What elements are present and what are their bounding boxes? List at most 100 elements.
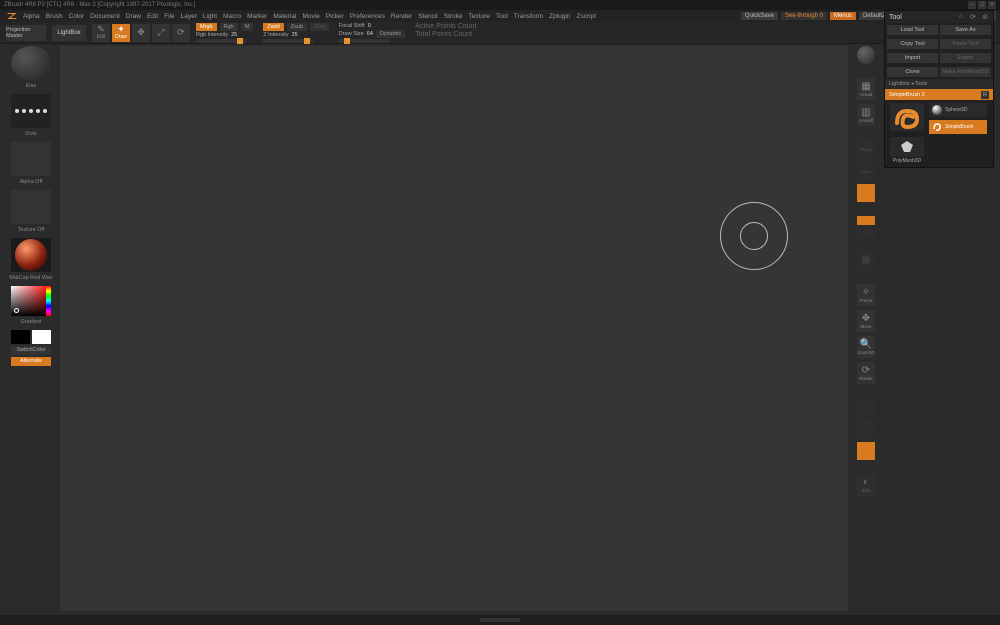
quicksave-button[interactable]: QuickSave <box>741 12 778 20</box>
canvas-viewport[interactable] <box>60 46 848 611</box>
menu-zplugin[interactable]: Zplugin <box>546 13 573 20</box>
tool-panel: Tool ⌂ ⟳ ⊘ Load Tool Save As Copy Tool P… <box>884 10 994 168</box>
material-swatch[interactable] <box>11 238 51 272</box>
seethrough-slider[interactable]: See-through 0 <box>781 12 827 20</box>
edit-mode-button[interactable]: ✎Edit <box>92 24 110 42</box>
polymesh3d-thumb[interactable]: PolyMesh3D <box>888 137 926 164</box>
switch-color-button[interactable]: SwitchColor <box>11 346 51 355</box>
window-close-icon[interactable]: × <box>988 1 996 9</box>
z-intensity-slider[interactable] <box>263 39 313 43</box>
menu-light[interactable]: Light <box>200 13 220 20</box>
lightbox-button[interactable]: LightBox <box>52 25 86 41</box>
xpose-button[interactable] <box>857 229 875 238</box>
menu-stencil[interactable]: Stencil <box>415 13 441 20</box>
floor-button[interactable]: Floor <box>857 162 875 180</box>
menu-material[interactable]: Material <box>270 13 299 20</box>
window-min-icon[interactable]: – <box>968 1 976 9</box>
window-max-icon[interactable]: □ <box>978 1 986 9</box>
load-tool-button[interactable]: Load Tool <box>887 25 938 35</box>
paste-tool-button[interactable]: Paste Tool <box>940 39 991 49</box>
zadd-toggle[interactable]: Zadd <box>263 23 284 31</box>
mrgb-toggle[interactable]: Mrgb <box>196 23 217 31</box>
zbrush-logo-icon <box>6 11 18 21</box>
solo-button[interactable] <box>857 442 875 460</box>
menu-macro[interactable]: Macro <box>220 13 244 20</box>
scale-mode-button[interactable]: ⤢ <box>152 24 170 42</box>
stroke-swatch[interactable] <box>11 94 51 128</box>
projection-master-button[interactable]: Projection Master <box>6 25 46 41</box>
primary-color-swatch[interactable] <box>32 330 51 344</box>
menu-texture[interactable]: Texture <box>466 13 493 20</box>
simplebrush-mini-thumb[interactable]: SimpleBrush <box>929 120 987 134</box>
make-polymesh-button[interactable]: Make PolyMesh3D <box>940 67 991 77</box>
menu-render[interactable]: Render <box>388 13 415 20</box>
zcut-toggle[interactable]: Zcut <box>310 23 329 31</box>
solo-nav-button[interactable]: ◐Solo <box>857 474 875 496</box>
menu-alpha[interactable]: Alpha <box>20 13 43 20</box>
panel-close-icon[interactable]: ⊘ <box>981 13 989 21</box>
local-button[interactable] <box>857 184 875 202</box>
z-intensity-label: Z Intensity <box>263 32 288 38</box>
current-tool-strip[interactable]: SimpleBrush 2 R <box>885 89 993 100</box>
menu-stroke[interactable]: Stroke <box>441 13 466 20</box>
actual-size-button[interactable]: ▦Actual <box>857 78 875 100</box>
copy-tool-button[interactable]: Copy Tool <box>887 39 938 49</box>
title-bar: ZBrush 4R8 P2 [CTL] 4R8 - Max 3 [Copyrig… <box>0 0 1000 10</box>
color-picker[interactable] <box>11 286 51 316</box>
panel-collapse-icon[interactable]: ⟳ <box>969 13 977 21</box>
total-points-label: Total Points Count <box>415 31 476 38</box>
zoom3d-button[interactable]: 🔍Zoom3D <box>857 336 875 358</box>
menu-layer[interactable]: Layer <box>178 13 200 20</box>
menu-draw[interactable]: Draw <box>123 13 144 20</box>
menu-color[interactable]: Color <box>66 13 88 20</box>
draw-size-slider[interactable] <box>339 39 389 43</box>
aahalf-button[interactable]: ▥AAHalf <box>857 104 875 126</box>
menu-edit[interactable]: Edit <box>144 13 161 20</box>
dynamic-toggle[interactable]: Dynamic <box>376 30 405 38</box>
menu-zscript[interactable]: Zscript <box>574 13 600 20</box>
menu-tool[interactable]: Tool <box>493 13 511 20</box>
lsym-button[interactable] <box>857 216 875 225</box>
texture-label: Texture Off <box>9 227 53 233</box>
zsub-toggle[interactable]: Zsub <box>287 23 307 31</box>
brush-swatch[interactable] <box>11 46 51 80</box>
sphere3d-thumb[interactable]: Sphere3D <box>929 103 987 117</box>
rotate-mode-button[interactable]: ⟳ <box>172 24 190 42</box>
alpha-swatch[interactable] <box>11 142 51 176</box>
clone-button[interactable]: Clone <box>887 67 938 77</box>
move-nav-button[interactable]: ✥Move <box>857 310 875 332</box>
menu-brush[interactable]: Brush <box>43 13 66 20</box>
menu-preferences[interactable]: Preferences <box>347 13 388 20</box>
menu-marker[interactable]: Marker <box>244 13 270 20</box>
simplebrush-thumb[interactable] <box>888 103 926 134</box>
tool-r-button[interactable]: R <box>981 91 989 99</box>
menu-file[interactable]: File <box>161 13 177 20</box>
m-toggle[interactable]: M <box>241 23 254 31</box>
polyf-button[interactable] <box>857 398 875 416</box>
focal-shift-label: Focal Shift <box>339 23 365 29</box>
export-button[interactable]: Export <box>940 53 991 63</box>
persp-button[interactable]: Persp <box>857 140 875 158</box>
grid-button[interactable]: ⊞ <box>857 252 875 270</box>
transp-button[interactable] <box>857 420 875 438</box>
texture-swatch[interactable] <box>11 190 51 224</box>
draw-mode-button[interactable]: ✦Draw <box>112 24 130 42</box>
menu-picker[interactable]: Picker <box>323 13 347 20</box>
secondary-color-swatch[interactable] <box>11 330 30 344</box>
bpr-render-icon[interactable] <box>857 46 875 64</box>
rgb-toggle[interactable]: Rgb <box>220 23 238 31</box>
lightbox-tools-row[interactable]: Lightbox▸Tools <box>885 79 993 89</box>
menu-movie[interactable]: Movie <box>299 13 322 20</box>
rotate-nav-button[interactable]: ⟳Rotate <box>857 362 875 384</box>
rgb-intensity-slider[interactable] <box>196 39 246 43</box>
import-button[interactable]: Import <box>887 53 938 63</box>
menus-toggle[interactable]: Menus <box>830 12 856 20</box>
menu-transform[interactable]: Transform <box>511 13 546 20</box>
frame-button[interactable]: ✧Frame <box>857 284 875 306</box>
save-as-button[interactable]: Save As <box>940 25 991 35</box>
menu-document[interactable]: Document <box>87 13 123 20</box>
alternate-button[interactable]: Alternate <box>11 357 51 366</box>
panel-pin-icon[interactable]: ⌂ <box>957 13 965 21</box>
move-mode-button[interactable]: ✥ <box>132 24 150 42</box>
tray-grip-icon[interactable] <box>480 618 520 622</box>
